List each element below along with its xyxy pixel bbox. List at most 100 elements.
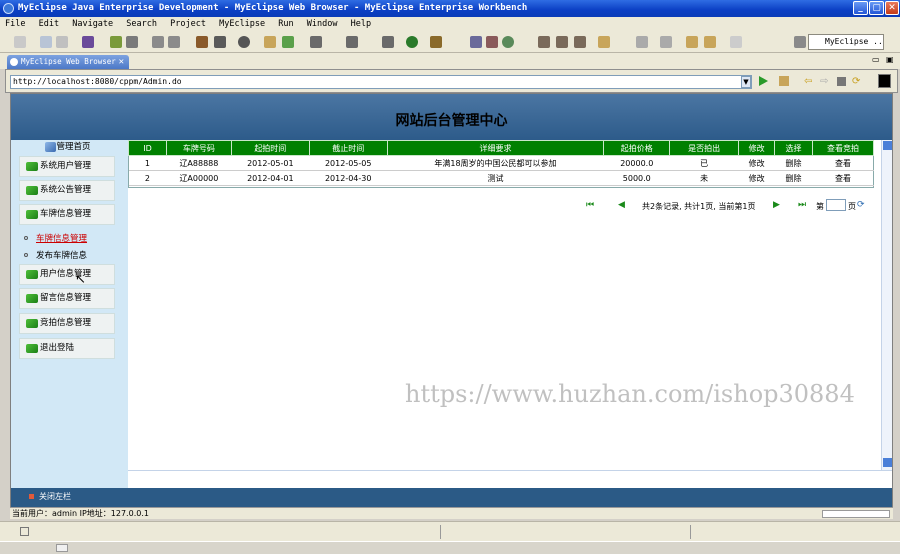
scroll-up-icon[interactable] — [883, 141, 892, 150]
cell-plate: 辽A00000 — [166, 170, 232, 186]
last-page-icon[interactable]: ⏭ — [798, 200, 806, 210]
page-number-input[interactable] — [826, 199, 846, 211]
next-annotation-icon[interactable] — [636, 36, 648, 48]
browser-forward-icon[interactable]: ⇨ — [820, 76, 828, 87]
sublink-publish-plate[interactable]: 发布车牌信息 — [24, 249, 87, 261]
col-plate: 车牌号码 — [165, 140, 232, 156]
web-page-viewport: 网站后台管理中心 管理首页 系统用户管理 系统公告管理 车牌信息管理 车牌信息管… — [10, 93, 893, 509]
minimize-button[interactable]: _ — [853, 1, 868, 15]
debug-icon[interactable] — [126, 36, 138, 48]
sublink-label: 车牌信息管理 — [36, 234, 88, 244]
menu-file[interactable]: File — [5, 19, 25, 29]
server-icon[interactable] — [82, 36, 94, 48]
open-resource-icon[interactable] — [556, 36, 568, 48]
web-project-icon[interactable] — [282, 36, 294, 48]
new-class-icon[interactable] — [502, 36, 514, 48]
sidebar-item-messages[interactable]: 留言信息管理 — [19, 288, 115, 309]
browser-refresh-icon[interactable]: ⟳ — [852, 76, 860, 87]
sidebar-item-auctions[interactable]: 竞拍信息管理 — [19, 313, 115, 334]
external-tools-icon[interactable] — [430, 36, 442, 48]
prev-page-icon[interactable]: ◀ — [618, 200, 625, 210]
menu-edit[interactable]: Edit — [39, 19, 59, 29]
fast-view-icon[interactable] — [20, 527, 29, 536]
editor-tab-label: MyEclipse Web Browser — [21, 57, 116, 66]
sidebar-item-label: 竞拍信息管理 — [40, 318, 92, 328]
view-bids-link[interactable]: 查看 — [812, 170, 874, 186]
go-icon[interactable] — [759, 76, 768, 86]
folder-icon[interactable] — [264, 36, 276, 48]
hibernate-icon[interactable] — [214, 36, 226, 48]
menu-help[interactable]: Help — [351, 19, 371, 29]
col-price: 起拍价格 — [603, 140, 671, 156]
minimize-view-icon[interactable]: ▭ — [872, 55, 880, 64]
cell-price: 20000.0 — [603, 155, 670, 171]
sidebar-item-plate-info[interactable]: 车牌信息管理 — [19, 204, 115, 225]
prev-annotation-icon[interactable] — [660, 36, 672, 48]
browser-stop-icon[interactable] — [837, 77, 846, 86]
close-button[interactable]: ✕ — [885, 1, 899, 15]
new-package-icon[interactable] — [486, 36, 498, 48]
delete-link[interactable]: 删除 — [774, 155, 813, 171]
sidebar-header[interactable]: 管理首页 — [11, 140, 128, 154]
new-icon[interactable] — [14, 36, 26, 48]
menu-myeclipse[interactable]: MyEclipse — [219, 19, 265, 29]
plate-table: ID 车牌号码 起拍时间 截止时间 详细要求 起拍价格 是否拍出 修改 选择 查… — [128, 140, 874, 186]
view-bids-link[interactable]: 查看 — [812, 155, 874, 171]
col-sold: 是否拍出 — [669, 140, 740, 156]
close-sidebar-link[interactable]: 关闭左栏 — [39, 492, 71, 501]
sidebar-item-system-users[interactable]: 系统用户管理 — [19, 156, 115, 177]
browser-settings-icon[interactable] — [779, 76, 789, 86]
sidebar-item-system-notices[interactable]: 系统公告管理 — [19, 180, 115, 201]
menu-navigate[interactable]: Navigate — [72, 19, 113, 29]
ant-icon[interactable] — [152, 36, 164, 48]
col-edit: 修改 — [738, 140, 776, 156]
menu-run[interactable]: Run — [278, 19, 293, 29]
debug-run-icon[interactable] — [382, 36, 394, 48]
run-icon[interactable] — [406, 36, 418, 48]
deploy-icon[interactable] — [110, 36, 122, 48]
open-type-icon[interactable] — [538, 36, 550, 48]
sidebar-item-logout[interactable]: 退出登陆 — [19, 338, 115, 359]
perspective-switcher[interactable]: MyEclipse ... — [808, 34, 884, 50]
first-page-icon[interactable]: ⏮ — [586, 200, 594, 210]
edit-link[interactable]: 修改 — [738, 155, 775, 171]
menu-project[interactable]: Project — [170, 19, 206, 29]
admin-sidebar: 管理首页 系统用户管理 系统公告管理 车牌信息管理 车牌信息管理 发布车牌信息 … — [11, 140, 128, 488]
go-page-icon[interactable]: ⟳ — [857, 200, 865, 210]
console-icon[interactable] — [310, 36, 322, 48]
edit-link[interactable]: 修改 — [738, 170, 775, 186]
delete-link[interactable]: 删除 — [774, 170, 813, 186]
arrow-icon — [26, 186, 38, 195]
close-tab-icon[interactable]: ✕ — [119, 55, 124, 69]
editor-tab-web-browser[interactable]: MyEclipse Web Browser ✕ — [7, 55, 129, 69]
maximize-button[interactable]: ▢ — [869, 1, 884, 15]
last-edit-icon[interactable] — [686, 36, 698, 48]
search-icon[interactable] — [574, 36, 586, 48]
menu-search[interactable]: Search — [126, 19, 157, 29]
forward-icon[interactable] — [730, 36, 742, 48]
save-icon[interactable] — [40, 36, 52, 48]
open-perspective-icon[interactable] — [794, 36, 806, 48]
ant2-icon[interactable] — [168, 36, 180, 48]
next-page-icon[interactable]: ▶ — [773, 200, 780, 210]
cell-end: 2012-05-05 — [309, 155, 388, 171]
maximize-view-icon[interactable]: ▣ — [886, 55, 894, 64]
browser-back-icon[interactable]: ⇦ — [804, 76, 812, 87]
scroll-down-icon[interactable] — [883, 458, 892, 467]
print-icon[interactable] — [56, 36, 68, 48]
url-input[interactable]: http://localhost:8080/cppm/Admin.do — [10, 75, 752, 89]
browser-menu-icon[interactable] — [878, 74, 891, 88]
sublink-plate-manage[interactable]: 车牌信息管理 — [24, 232, 87, 244]
taskbar-item[interactable] — [56, 544, 68, 552]
menu-window[interactable]: Window — [307, 19, 338, 29]
struts-icon[interactable] — [196, 36, 208, 48]
sidebar-item-user-info[interactable]: 用户信息管理 — [19, 264, 115, 285]
page-vertical-scrollbar[interactable] — [881, 140, 892, 470]
col-id: ID — [128, 140, 167, 156]
new-java-icon[interactable] — [470, 36, 482, 48]
back-icon[interactable] — [704, 36, 716, 48]
browser-icon[interactable] — [238, 36, 250, 48]
new-wizard-icon[interactable] — [346, 36, 358, 48]
url-dropdown-icon[interactable]: ▼ — [741, 76, 751, 88]
open-folder-icon[interactable] — [598, 36, 610, 48]
